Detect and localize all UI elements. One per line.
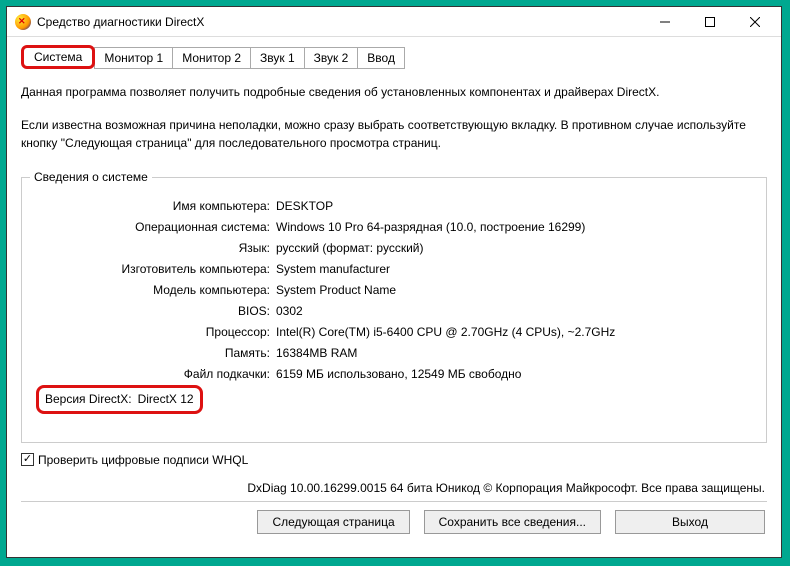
value-processor: Intel(R) Core(TM) i5-6400 CPU @ 2.70GHz … (276, 322, 615, 343)
value-manufacturer: System manufacturer (276, 259, 390, 280)
intro-line2: Если известна возможная причина неполадк… (21, 116, 767, 153)
row-processor: Процессор: Intel(R) Core(TM) i5-6400 CPU… (36, 322, 752, 343)
intro-line1: Данная программа позволяет получить подр… (21, 83, 767, 102)
value-model: System Product Name (276, 280, 396, 301)
tab-system[interactable]: Система (21, 45, 95, 69)
footer-note: DxDiag 10.00.16299.0015 64 бита Юникод ©… (21, 481, 767, 495)
tab-monitor1[interactable]: Монитор 1 (94, 47, 173, 69)
intro-text: Данная программа позволяет получить подр… (21, 83, 767, 167)
tab-sound2[interactable]: Звук 2 (304, 47, 359, 69)
button-row: Следующая страница Сохранить все сведени… (21, 510, 767, 534)
row-pagefile: Файл подкачки: 6159 МБ использовано, 125… (36, 364, 752, 385)
label-manufacturer: Изготовитель компьютера: (36, 259, 276, 280)
tab-input[interactable]: Ввод (357, 47, 405, 69)
content-area: Система Монитор 1 Монитор 2 Звук 1 Звук … (7, 37, 781, 557)
tab-monitor2[interactable]: Монитор 2 (172, 47, 251, 69)
row-bios: BIOS: 0302 (36, 301, 752, 322)
group-title: Сведения о системе (30, 170, 152, 184)
row-model: Модель компьютера: System Product Name (36, 280, 752, 301)
dxdiag-window: Средство диагностики DirectX Система Мон… (6, 6, 782, 558)
system-info-group: Сведения о системе Имя компьютера: DESKT… (21, 177, 767, 443)
label-computer-name: Имя компьютера: (36, 196, 276, 217)
row-memory: Память: 16384MB RAM (36, 343, 752, 364)
label-model: Модель компьютера: (36, 280, 276, 301)
value-bios: 0302 (276, 301, 303, 322)
value-pagefile: 6159 МБ использовано, 12549 МБ свободно (276, 364, 521, 385)
label-memory: Память: (36, 343, 276, 364)
row-directx: Версия DirectX: DirectX 12 (36, 385, 752, 414)
row-computer-name: Имя компьютера: DESKTOP (36, 196, 752, 217)
whql-checkbox[interactable]: ✓ (21, 453, 34, 466)
label-os: Операционная система: (36, 217, 276, 238)
label-processor: Процессор: (36, 322, 276, 343)
maximize-button[interactable] (687, 8, 732, 36)
next-page-button[interactable]: Следующая страница (257, 510, 409, 534)
titlebar: Средство диагностики DirectX (7, 7, 781, 37)
whql-row: ✓ Проверить цифровые подписи WHQL (21, 453, 767, 467)
directx-highlight: Версия DirectX: DirectX 12 (36, 385, 203, 414)
label-language: Язык: (36, 238, 276, 259)
divider (21, 501, 767, 502)
value-computer-name: DESKTOP (276, 196, 333, 217)
row-manufacturer: Изготовитель компьютера: System manufact… (36, 259, 752, 280)
value-directx: DirectX 12 (138, 389, 194, 410)
window-controls (642, 8, 777, 36)
close-button[interactable] (732, 8, 777, 36)
row-language: Язык: русский (формат: русский) (36, 238, 752, 259)
window-title: Средство диагностики DirectX (37, 15, 204, 29)
whql-label: Проверить цифровые подписи WHQL (38, 453, 248, 467)
info-rows: Имя компьютера: DESKTOP Операционная сис… (36, 196, 752, 414)
minimize-button[interactable] (642, 8, 687, 36)
row-os: Операционная система: Windows 10 Pro 64-… (36, 217, 752, 238)
exit-button[interactable]: Выход (615, 510, 765, 534)
value-memory: 16384MB RAM (276, 343, 357, 364)
label-pagefile: Файл подкачки: (36, 364, 276, 385)
dxdiag-icon (15, 14, 31, 30)
value-os: Windows 10 Pro 64-разрядная (10.0, постр… (276, 217, 585, 238)
tab-strip: Система Монитор 1 Монитор 2 Звук 1 Звук … (21, 45, 767, 69)
label-bios: BIOS: (36, 301, 276, 322)
tab-sound1[interactable]: Звук 1 (250, 47, 305, 69)
value-language: русский (формат: русский) (276, 238, 424, 259)
label-directx: Версия DirectX: (45, 389, 138, 410)
save-all-button[interactable]: Сохранить все сведения... (424, 510, 601, 534)
